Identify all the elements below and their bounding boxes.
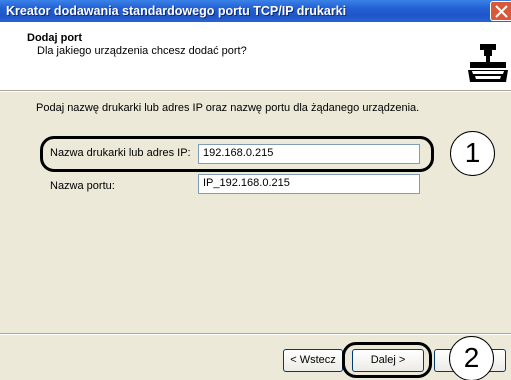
close-button[interactable]	[490, 1, 511, 21]
close-icon	[495, 5, 508, 18]
window-title: Kreator dodawania standardowego portu TC…	[6, 4, 347, 18]
title-bar[interactable]: Kreator dodawania standardowego portu TC…	[0, 0, 511, 22]
back-button[interactable]: < Wstecz	[283, 349, 343, 372]
callout-highlight-1	[40, 136, 434, 172]
port-name-label: Nazwa portu:	[50, 180, 115, 192]
callout-number-2: 2	[449, 336, 494, 380]
header-subtitle: Dla jakiego urządzenia chcesz dodać port…	[37, 45, 247, 57]
wizard-window: Kreator dodawania standardowego portu TC…	[0, 0, 511, 380]
port-name-input[interactable]: IP_192.168.0.215	[198, 174, 420, 194]
instruction-text: Podaj nazwę drukarki lub adres IP oraz n…	[36, 102, 420, 114]
callout-number-1: 1	[450, 131, 495, 176]
header-title: Dodaj port	[27, 32, 82, 44]
callout-highlight-2	[342, 342, 432, 378]
printer-network-icon	[466, 40, 510, 84]
